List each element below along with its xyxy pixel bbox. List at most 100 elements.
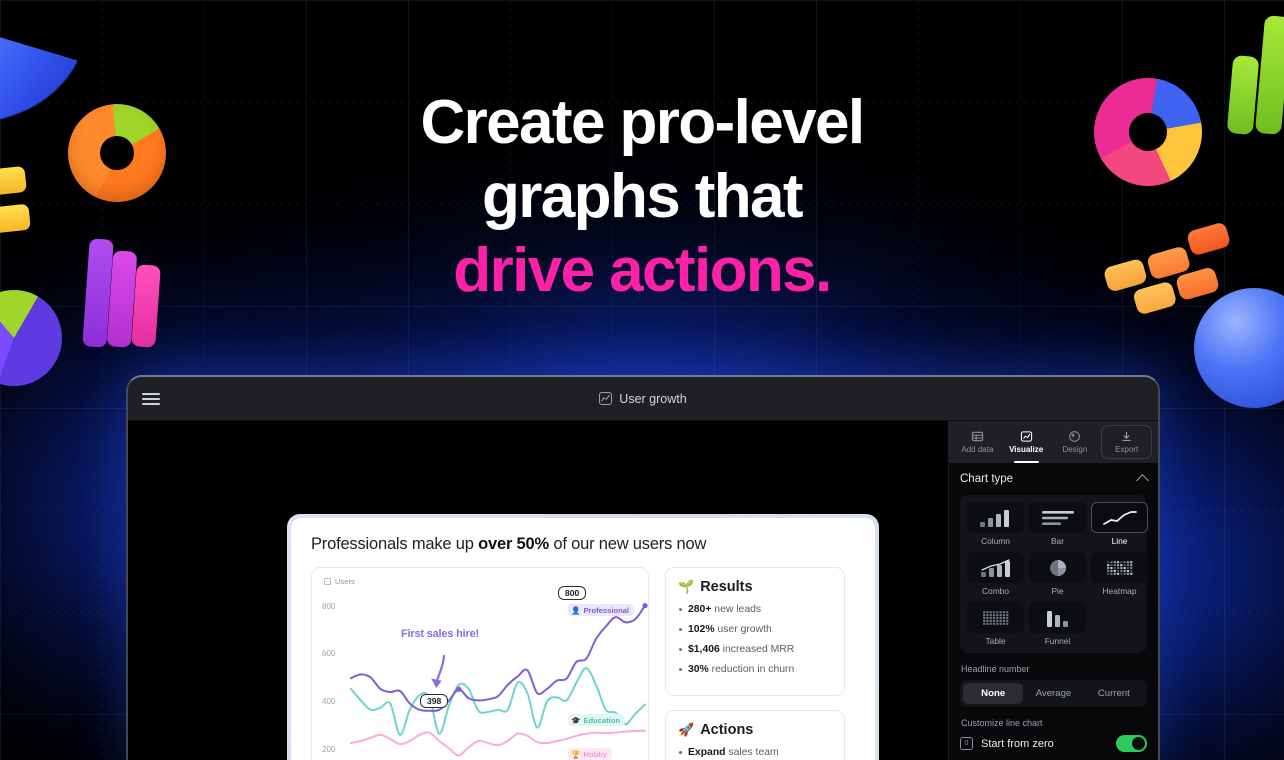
list-item: 102% user growth [678,623,832,636]
chart-annotation-text: First sales hire! [398,628,482,640]
results-heading: 🌱 Results [678,579,832,595]
chart-plot-area: 800 600 400 200 0 First sales hire! [320,586,648,760]
annotation-label: First sales hire! [401,628,479,640]
tab-add-data-label: Add data [961,445,994,454]
data-label-398: 398 [420,694,449,708]
seedling-icon: 🌱 [678,579,695,594]
tab-export-label: Export [1115,445,1139,454]
series-label-hobby[interactable]: 🏆 Hobby [568,748,613,760]
slide-title-prefix: Professionals make up [311,535,479,553]
series-name-professional: Professional [583,605,630,615]
tab-design-label: Design [1062,445,1088,454]
data-label-800: 800 [558,586,587,600]
pie-chart-icon [1029,552,1086,583]
slide-title-bold: over 50% [478,535,549,553]
bar-chart-icon [1029,502,1086,533]
tab-visualize[interactable]: Visualize [1002,421,1051,463]
page-root: Create pro-level graphs that drive actio… [0,0,1284,760]
chart-type-column[interactable]: Column [967,502,1024,546]
y-tick-800: 800 [322,602,336,611]
slide-frame: Professionals make up over 50% of our ne… [287,514,879,760]
zero-icon: 0 [960,737,973,750]
rocket-icon: 🚀 [678,722,695,737]
hero-line-3: drive actions. [453,236,832,305]
app-body: Professionals make up over 50% of our ne… [128,421,1158,760]
app-topbar: User growth [128,377,1158,421]
chevron-up-icon[interactable] [1136,474,1149,487]
chart-type-section-header[interactable]: Chart type [960,473,1149,487]
chart-type-bar[interactable]: Bar [1029,502,1086,546]
series-label-professional[interactable]: 👤 Professional [568,604,635,616]
annotation-arrow-icon [431,654,446,688]
line-chart-icon [1091,502,1148,533]
slide-title-suffix: of our new users now [548,535,707,553]
list-item: 30% reduction in churn [678,663,832,676]
table-icon [971,431,983,442]
actions-list: Expand sales team [678,746,832,759]
chart-type-line[interactable]: Line [1091,502,1148,546]
download-icon [1122,431,1131,441]
start-from-zero-row[interactable]: 0 Start from zero [960,735,1147,752]
list-item: 280+ new leads [678,603,832,616]
results-card: 🌱 Results 280+ new leads 102% user growt… [665,567,845,696]
chart-type-title: Chart type [960,473,1014,485]
chart-type-pie[interactable]: Pie [1029,552,1086,596]
slide-columns: Users 800 600 400 200 0 [311,567,855,760]
series-emoji-hobby: 🏆 [571,749,581,759]
chart-type-heatmap[interactable]: Heatmap [1091,552,1148,596]
results-list: 280+ new leads 102% user growth $1,406 i… [678,603,832,676]
series-emoji-education: 🎓 [571,715,581,725]
chart-y-axis-title: Users [324,577,642,586]
tab-design[interactable]: Design [1051,421,1100,463]
customize-line-chart-label: Customize line chart [961,718,1043,728]
chart-card[interactable]: Users 800 600 400 200 0 [311,567,649,760]
results-heading-text: Results [700,579,753,595]
headline-number-option-current[interactable]: Current [1084,683,1144,704]
actions-heading-text: Actions [700,722,754,738]
funnel-chart-icon [1029,602,1086,633]
list-item: Expand sales team [678,746,832,759]
actions-heading: 🚀 Actions [678,722,832,738]
slide-side-column: 🌱 Results 280+ new leads 102% user growt… [665,567,845,760]
headline-number-option-average[interactable]: Average [1023,683,1083,704]
hero-line-1: Create pro-level [420,88,865,157]
chart-type-funnel[interactable]: Funnel [1029,602,1086,646]
tab-visualize-label: Visualize [1009,445,1044,454]
chart-y-axis-title-text: Users [335,577,355,586]
tab-add-data[interactable]: Add data [953,421,1002,463]
y-tick-600: 600 [322,649,336,658]
series-name-hobby: Hobby [583,749,608,759]
start-from-zero-toggle[interactable] [1116,735,1147,752]
panel-tabs: Add data Visualize Design Export [949,421,1158,463]
list-item: $1,406 increased MRR [678,643,832,656]
combo-chart-icon [967,552,1024,583]
actions-card: 🚀 Actions Expand sales team [665,710,845,760]
palette-icon [1069,431,1081,442]
headline-number-segmented-control: None Average Current [960,680,1147,707]
series-name-education: Education [583,715,621,725]
start-from-zero-label: Start from zero [981,737,1054,750]
app-window: User growth Professionals make up over 5… [126,375,1160,760]
hero-line-2: graphs that [482,162,804,231]
heatmap-icon [1091,552,1148,583]
document-title-text: User growth [619,391,687,406]
headline-number-option-none[interactable]: None [963,683,1024,704]
right-panel: Add data Visualize Design Export Chart t… [948,421,1158,760]
slide-canvas: Professionals make up over 50% of our ne… [128,421,948,760]
chart-type-combo[interactable]: Combo [967,552,1024,596]
chart-type-grid: Column Bar Line Combo Pie Heatmap Table … [960,495,1148,653]
line-chart-icon [1020,431,1032,442]
tab-export[interactable]: Export [1101,425,1152,459]
series-label-education[interactable]: 🎓 Education [568,714,626,726]
y-tick-400: 400 [322,697,336,706]
headline-number-label: Headline number [961,664,1030,674]
column-chart-icon [967,502,1024,533]
hero-headline: Create pro-level graphs that drive actio… [0,86,1284,308]
document-title[interactable]: User growth [128,392,1158,406]
line-chart-icon [599,392,613,405]
table-grid-icon [967,602,1024,633]
series-emoji-professional: 👤 [571,605,581,615]
axis-icon [324,578,331,585]
chart-type-table[interactable]: Table [967,602,1024,646]
y-tick-200: 200 [322,745,336,754]
